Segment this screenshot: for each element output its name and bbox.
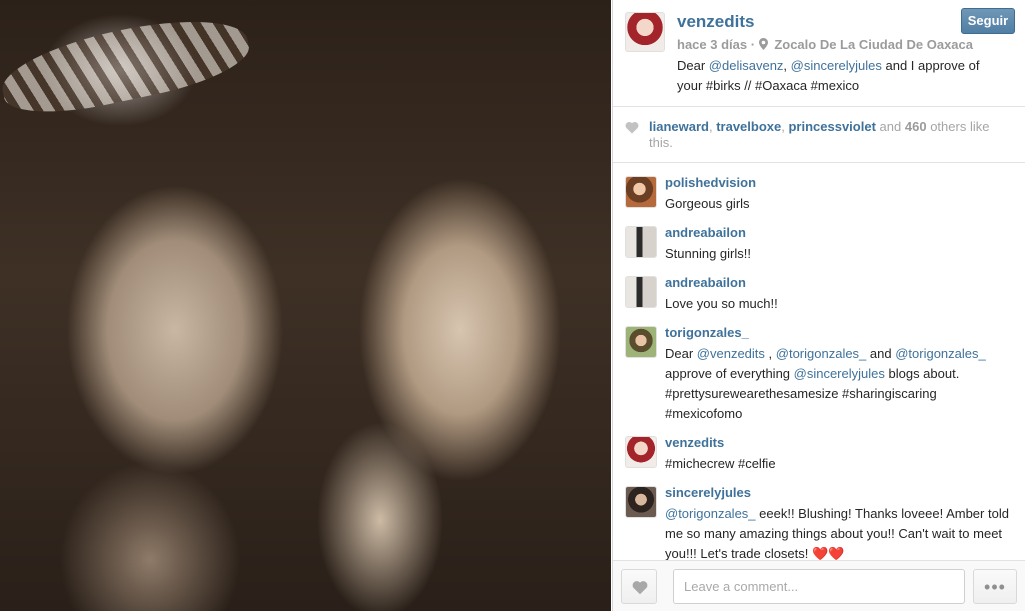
text-segment: Gorgeous girls <box>665 196 750 211</box>
liker-username[interactable]: travelboxe <box>716 119 781 134</box>
comment-bar: ••• <box>613 560 1025 611</box>
text-segment: Love you so much!! <box>665 296 778 311</box>
text-segment: Stunning girls!! <box>665 246 751 261</box>
text-segment: Dear <box>665 346 697 361</box>
text-segment: , <box>783 58 791 73</box>
commenter-username[interactable]: andreabailon <box>665 264 1012 290</box>
comment-item: polishedvision Gorgeous girls <box>613 164 1025 214</box>
comment-text: Love you so much!! <box>665 294 1012 314</box>
post-meta: hace 3 días · Zocalo De La Ciudad De Oax… <box>677 37 973 52</box>
location-pin-icon <box>758 38 768 50</box>
comment-item: sincerelyjules @torigonzales_ eeek!! Blus… <box>613 474 1025 560</box>
post-photo[interactable] <box>0 0 611 611</box>
heart-icon <box>625 121 639 134</box>
commenter-username[interactable]: andreabailon <box>665 214 1012 240</box>
likes-and-text: and <box>879 119 902 134</box>
text-segment: and <box>866 346 896 361</box>
post-header: venzedits Seguir hace 3 días · Zocalo De… <box>613 0 1025 107</box>
comment-item: venzedits #michecrew #celfie <box>613 424 1025 474</box>
text-segment: #michecrew #celfie <box>665 456 776 471</box>
commenter-avatar[interactable] <box>625 326 657 358</box>
mention-link[interactable]: @sincerelyjules <box>791 58 882 73</box>
comment-input[interactable] <box>673 569 965 604</box>
post-time[interactable]: hace 3 días <box>677 37 747 52</box>
commenter-username[interactable]: venzedits <box>665 424 1012 450</box>
comments-list[interactable]: polishedvision Gorgeous girls andreabailon… <box>613 164 1025 560</box>
like-button[interactable] <box>621 569 657 604</box>
commenter-username[interactable]: sincerelyjules <box>665 474 1012 500</box>
post-location[interactable]: Zocalo De La Ciudad De Oaxaca <box>774 37 973 52</box>
comment-text: #michecrew #celfie <box>665 454 1012 474</box>
mention-link[interactable]: @torigonzales_ <box>665 506 756 521</box>
mention-link[interactable]: @venzedits <box>697 346 765 361</box>
photo-headband-detail <box>0 4 255 126</box>
likes-count[interactable]: 460 <box>905 119 927 134</box>
comment-text: @torigonzales_ eeek!! Blushing! Thanks l… <box>665 504 1012 560</box>
heart-icon <box>632 581 648 595</box>
mention-link[interactable]: @torigonzales_ <box>895 346 986 361</box>
mention-link[interactable]: @delisavenz <box>709 58 784 73</box>
comment-text: Stunning girls!! <box>665 244 1012 264</box>
commenter-avatar[interactable] <box>625 486 657 518</box>
more-options-button[interactable]: ••• <box>973 569 1017 604</box>
commenter-avatar[interactable] <box>625 226 657 258</box>
likes-summary: lianeward, travelboxe, princessviolet an… <box>613 107 1025 163</box>
comment-item: torigonzales_ Dear @venzedits , @torigonz… <box>613 314 1025 424</box>
liker-username[interactable]: lianeward <box>649 119 709 134</box>
commenter-avatar[interactable] <box>625 436 657 468</box>
text-segment: approve of everything <box>665 366 794 381</box>
post-sidebar: venzedits Seguir hace 3 días · Zocalo De… <box>612 0 1025 611</box>
post-caption: Dear @delisavenz, @sincerelyjules and I … <box>677 56 1007 96</box>
commenter-avatar[interactable] <box>625 176 657 208</box>
follow-button[interactable]: Seguir <box>961 8 1015 34</box>
commenter-avatar[interactable] <box>625 276 657 308</box>
author-avatar[interactable] <box>625 12 665 52</box>
comment-text: Dear @venzedits , @torigonzales_ and @to… <box>665 344 1012 424</box>
text-segment: , <box>764 346 776 361</box>
mention-link[interactable]: @sincerelyjules <box>794 366 885 381</box>
liker-username[interactable]: princessviolet <box>788 119 875 134</box>
meta-separator: · <box>750 37 759 52</box>
comment-text: Gorgeous girls <box>665 194 1012 214</box>
commenter-username[interactable]: torigonzales_ <box>665 314 1012 340</box>
comment-item: andreabailon Love you so much!! <box>613 264 1025 314</box>
text-segment: Dear <box>677 58 709 73</box>
commenter-username[interactable]: polishedvision <box>665 164 1012 190</box>
mention-link[interactable]: @torigonzales_ <box>776 346 867 361</box>
author-username[interactable]: venzedits <box>677 12 754 32</box>
comment-item: andreabailon Stunning girls!! <box>613 214 1025 264</box>
